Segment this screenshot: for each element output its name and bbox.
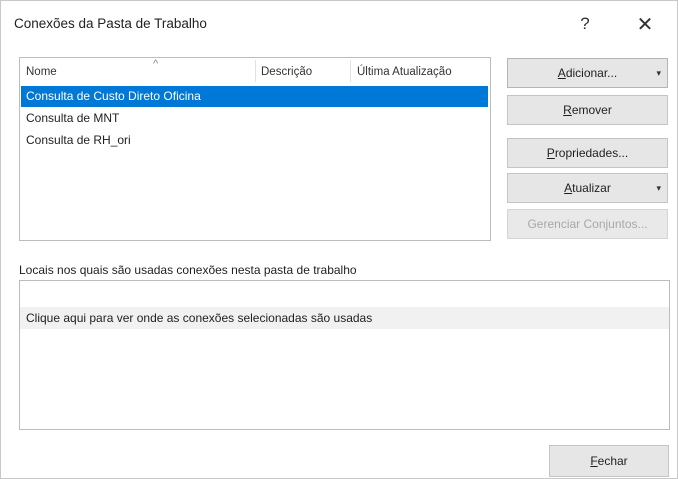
close-icon: ✕ <box>636 13 654 36</box>
column-header-last-refresh[interactable]: Última Atualização <box>357 66 452 78</box>
locations-label: Locais nos quais são usadas conexões nes… <box>19 263 357 277</box>
sort-ascending-icon: ^ <box>153 58 159 70</box>
list-header: Nome ^ Descrição Última Atualização <box>20 58 490 84</box>
dropdown-arrow-icon[interactable]: ▾ <box>656 68 661 79</box>
workbook-connections-dialog: Conexões da Pasta de Trabalho ? ✕ Nome ^… <box>0 0 678 479</box>
connection-row[interactable]: Consulta de RH_ori <box>21 130 131 151</box>
dropdown-arrow-icon[interactable]: ▾ <box>656 183 661 194</box>
help-icon: ? <box>580 14 590 33</box>
manage-sets-button[interactable]: Gerenciar Conjuntos... <box>507 209 668 239</box>
connection-row[interactable]: Consulta de Custo Direto Oficina <box>21 86 488 107</box>
dialog-title: Conexões da Pasta de Trabalho <box>14 16 207 31</box>
locations-hint-text: Clique aqui para ver onde as conexões se… <box>26 311 373 325</box>
close-button[interactable]: Fechar <box>549 445 669 477</box>
column-header-description[interactable]: Descrição <box>261 66 312 78</box>
close-window-button[interactable]: ✕ <box>625 9 665 39</box>
remove-button[interactable]: Remover <box>507 95 668 125</box>
connection-row[interactable]: Consulta de MNT <box>21 108 119 129</box>
locations-hint[interactable]: Clique aqui para ver onde as conexões se… <box>20 307 669 329</box>
title-bar: Conexões da Pasta de Trabalho ? ✕ <box>1 1 677 41</box>
refresh-button[interactable]: Atualizar ▾ <box>507 173 668 203</box>
add-button[interactable]: Adicionar... ▾ <box>507 58 668 88</box>
properties-button[interactable]: Propriedades... <box>507 138 668 168</box>
column-divider[interactable] <box>255 60 256 82</box>
help-button[interactable]: ? <box>565 9 605 39</box>
locations-panel[interactable]: Clique aqui para ver onde as conexões se… <box>19 280 670 430</box>
connections-list[interactable]: Nome ^ Descrição Última Atualização Cons… <box>19 57 491 241</box>
column-divider[interactable] <box>350 60 351 82</box>
column-header-name[interactable]: Nome <box>26 66 57 78</box>
